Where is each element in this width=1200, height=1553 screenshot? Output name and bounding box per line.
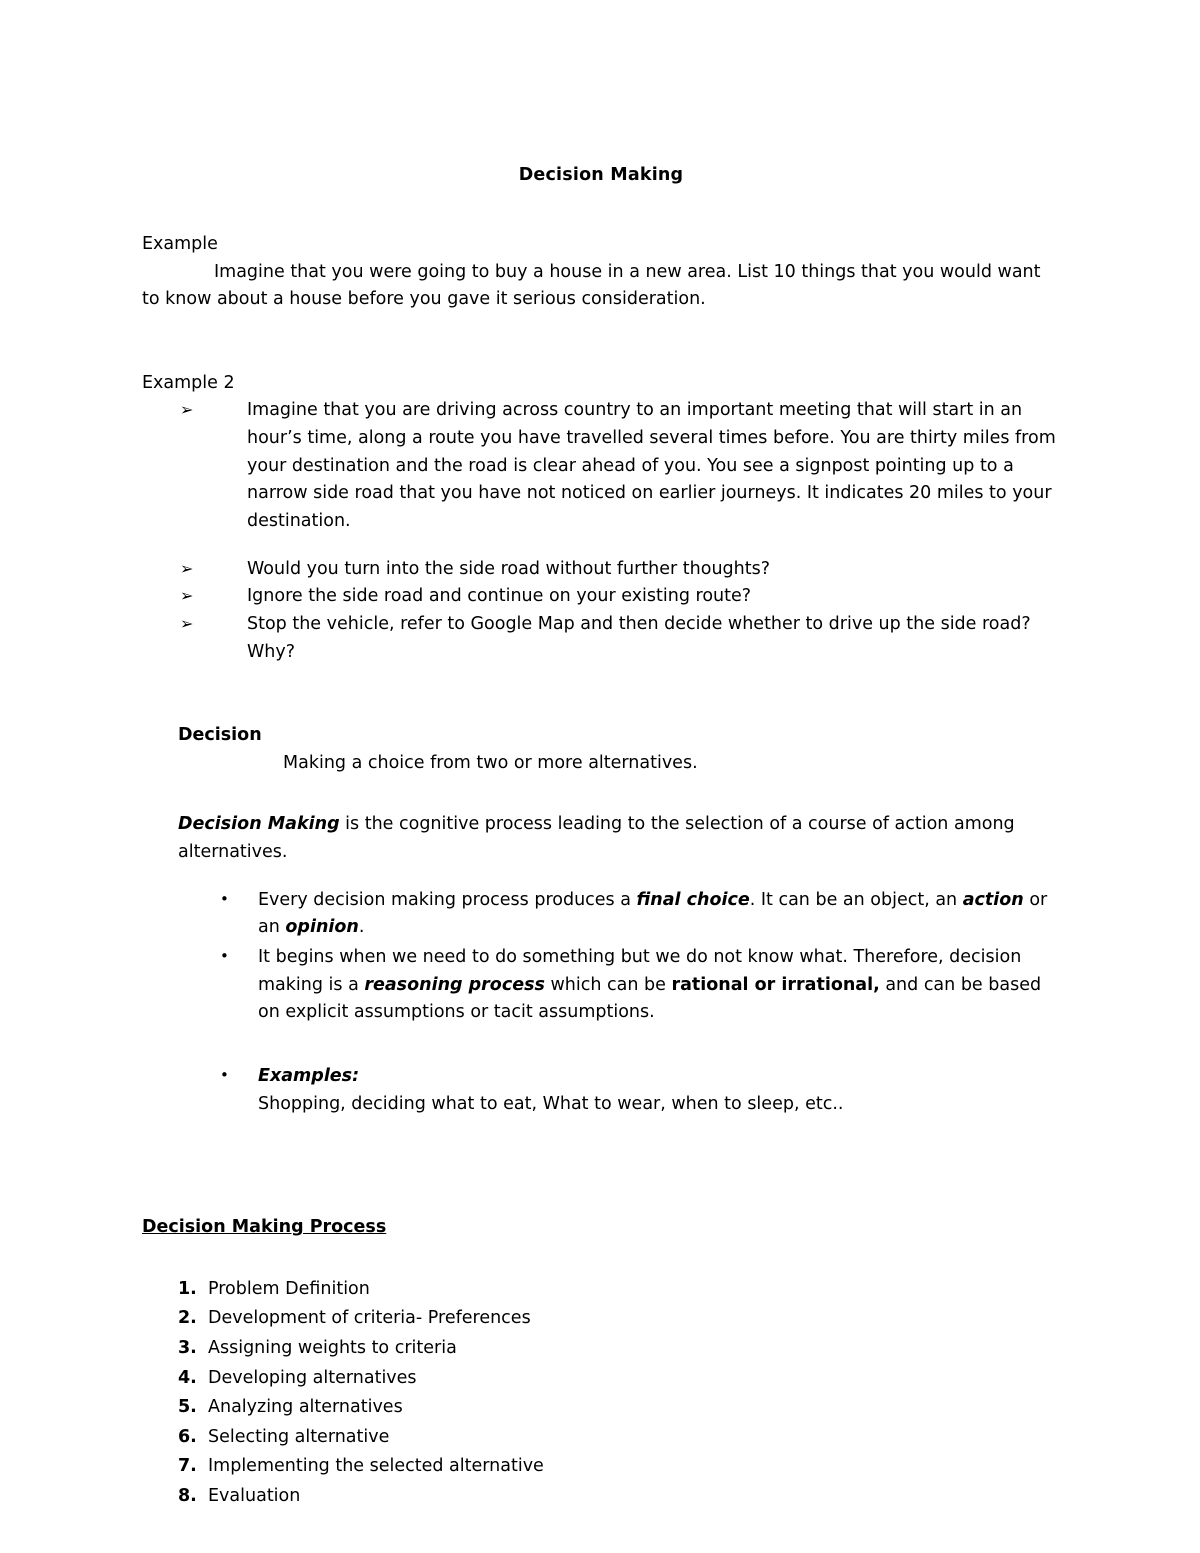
step-number: 7. — [178, 1456, 197, 1477]
step-label: Selecting alternative — [208, 1426, 390, 1447]
page-title: Decision Making — [518, 165, 684, 185]
example1-body: Imagine that you were going to buy a hou… — [142, 261, 1041, 310]
list-item: ➢ Ignore the side road and continue on y… — [180, 583, 1060, 611]
step-number: 3. — [178, 1338, 197, 1359]
arrow-bullet-icon: ➢ — [180, 558, 194, 578]
examples-text: Shopping, deciding what to eat, What to … — [258, 1093, 844, 1114]
decision-definition: Making a choice from two or more alterna… — [283, 752, 698, 773]
step-label: Assigning weights to criteria — [208, 1338, 457, 1359]
list-item: 1. Problem Definition — [178, 1276, 1060, 1303]
list-item: 4. Developing alternatives — [178, 1365, 1060, 1392]
step-label: Problem Definition — [208, 1278, 370, 1299]
question-text-1: Would you turn into the side road withou… — [247, 558, 771, 579]
list-item: 7. Implementing the selected alternative — [178, 1453, 1060, 1480]
dot-bullet-icon: • — [220, 947, 229, 966]
step-label: Evaluation — [208, 1486, 301, 1507]
examples-label: Examples: — [258, 1065, 360, 1086]
step-number: 6. — [178, 1426, 197, 1447]
list-item: • Examples: Shopping, deciding what to e… — [213, 1063, 1060, 1118]
step-label: Analyzing alternatives — [208, 1397, 403, 1418]
step-number: 1. — [178, 1278, 197, 1299]
decision-examples-list: • Examples: Shopping, deciding what to e… — [142, 1063, 1060, 1118]
decision-points-list: • Every decision making process produces… — [142, 887, 1060, 1027]
list-item: 8. Evaluation — [178, 1483, 1060, 1510]
step-label: Implementing the selected alternative — [208, 1456, 544, 1477]
example2-question-list: ➢ Would you turn into the side road with… — [142, 556, 1060, 667]
arrow-bullet-icon: ➢ — [180, 586, 194, 606]
step-number: 8. — [178, 1486, 197, 1507]
decision-heading: Decision — [178, 725, 262, 746]
process-steps-list: 1. Problem Definition 2. Development of … — [142, 1276, 1060, 1510]
process-heading: Decision Making Process — [142, 1217, 387, 1238]
example2-scenario-text: Imagine that you are driving across coun… — [247, 400, 1056, 531]
list-item: ➢ Would you turn into the side road with… — [180, 556, 1060, 584]
question-text-3: Stop the vehicle, refer to Google Map an… — [247, 613, 1031, 662]
example2-heading: Example 2 — [142, 372, 235, 393]
document-page: Decision Making Example Imagine that you… — [0, 0, 1200, 1553]
decision-point-1: Every decision making process produces a… — [258, 889, 1048, 938]
list-item: 3. Assigning weights to criteria — [178, 1335, 1060, 1362]
arrow-bullet-icon: ➢ — [180, 400, 194, 420]
question-text-2: Ignore the side road and continue on you… — [247, 586, 752, 607]
list-item: ➢ Imagine that you are driving across co… — [180, 397, 1060, 535]
decision-point-2: It begins when we need to do something b… — [258, 947, 1042, 1023]
document-body: Decision Making Example Imagine that you… — [142, 165, 1060, 1513]
step-number: 4. — [178, 1367, 197, 1388]
dot-bullet-icon: • — [220, 889, 229, 908]
list-item: 5. Analyzing alternatives — [178, 1394, 1060, 1421]
arrow-bullet-icon: ➢ — [180, 613, 194, 633]
list-item: • Every decision making process produces… — [213, 887, 1060, 942]
step-label: Developing alternatives — [208, 1367, 417, 1388]
list-item: 2. Development of criteria- Preferences — [178, 1305, 1060, 1332]
example1-heading: Example — [142, 233, 218, 254]
step-label: Development of criteria- Preferences — [208, 1308, 531, 1329]
decision-making-term: Decision Making — [178, 814, 340, 835]
dot-bullet-icon: • — [220, 1065, 229, 1084]
step-number: 2. — [178, 1308, 197, 1329]
list-item: ➢ Stop the vehicle, refer to Google Map … — [180, 611, 1060, 666]
decision-making-paragraph: Decision Making is the cognitive process… — [178, 811, 1060, 866]
list-item: • It begins when we need to do something… — [213, 944, 1060, 1027]
step-number: 5. — [178, 1397, 197, 1418]
example2-scenario-list: ➢ Imagine that you are driving across co… — [142, 397, 1060, 535]
list-item: 6. Selecting alternative — [178, 1424, 1060, 1451]
